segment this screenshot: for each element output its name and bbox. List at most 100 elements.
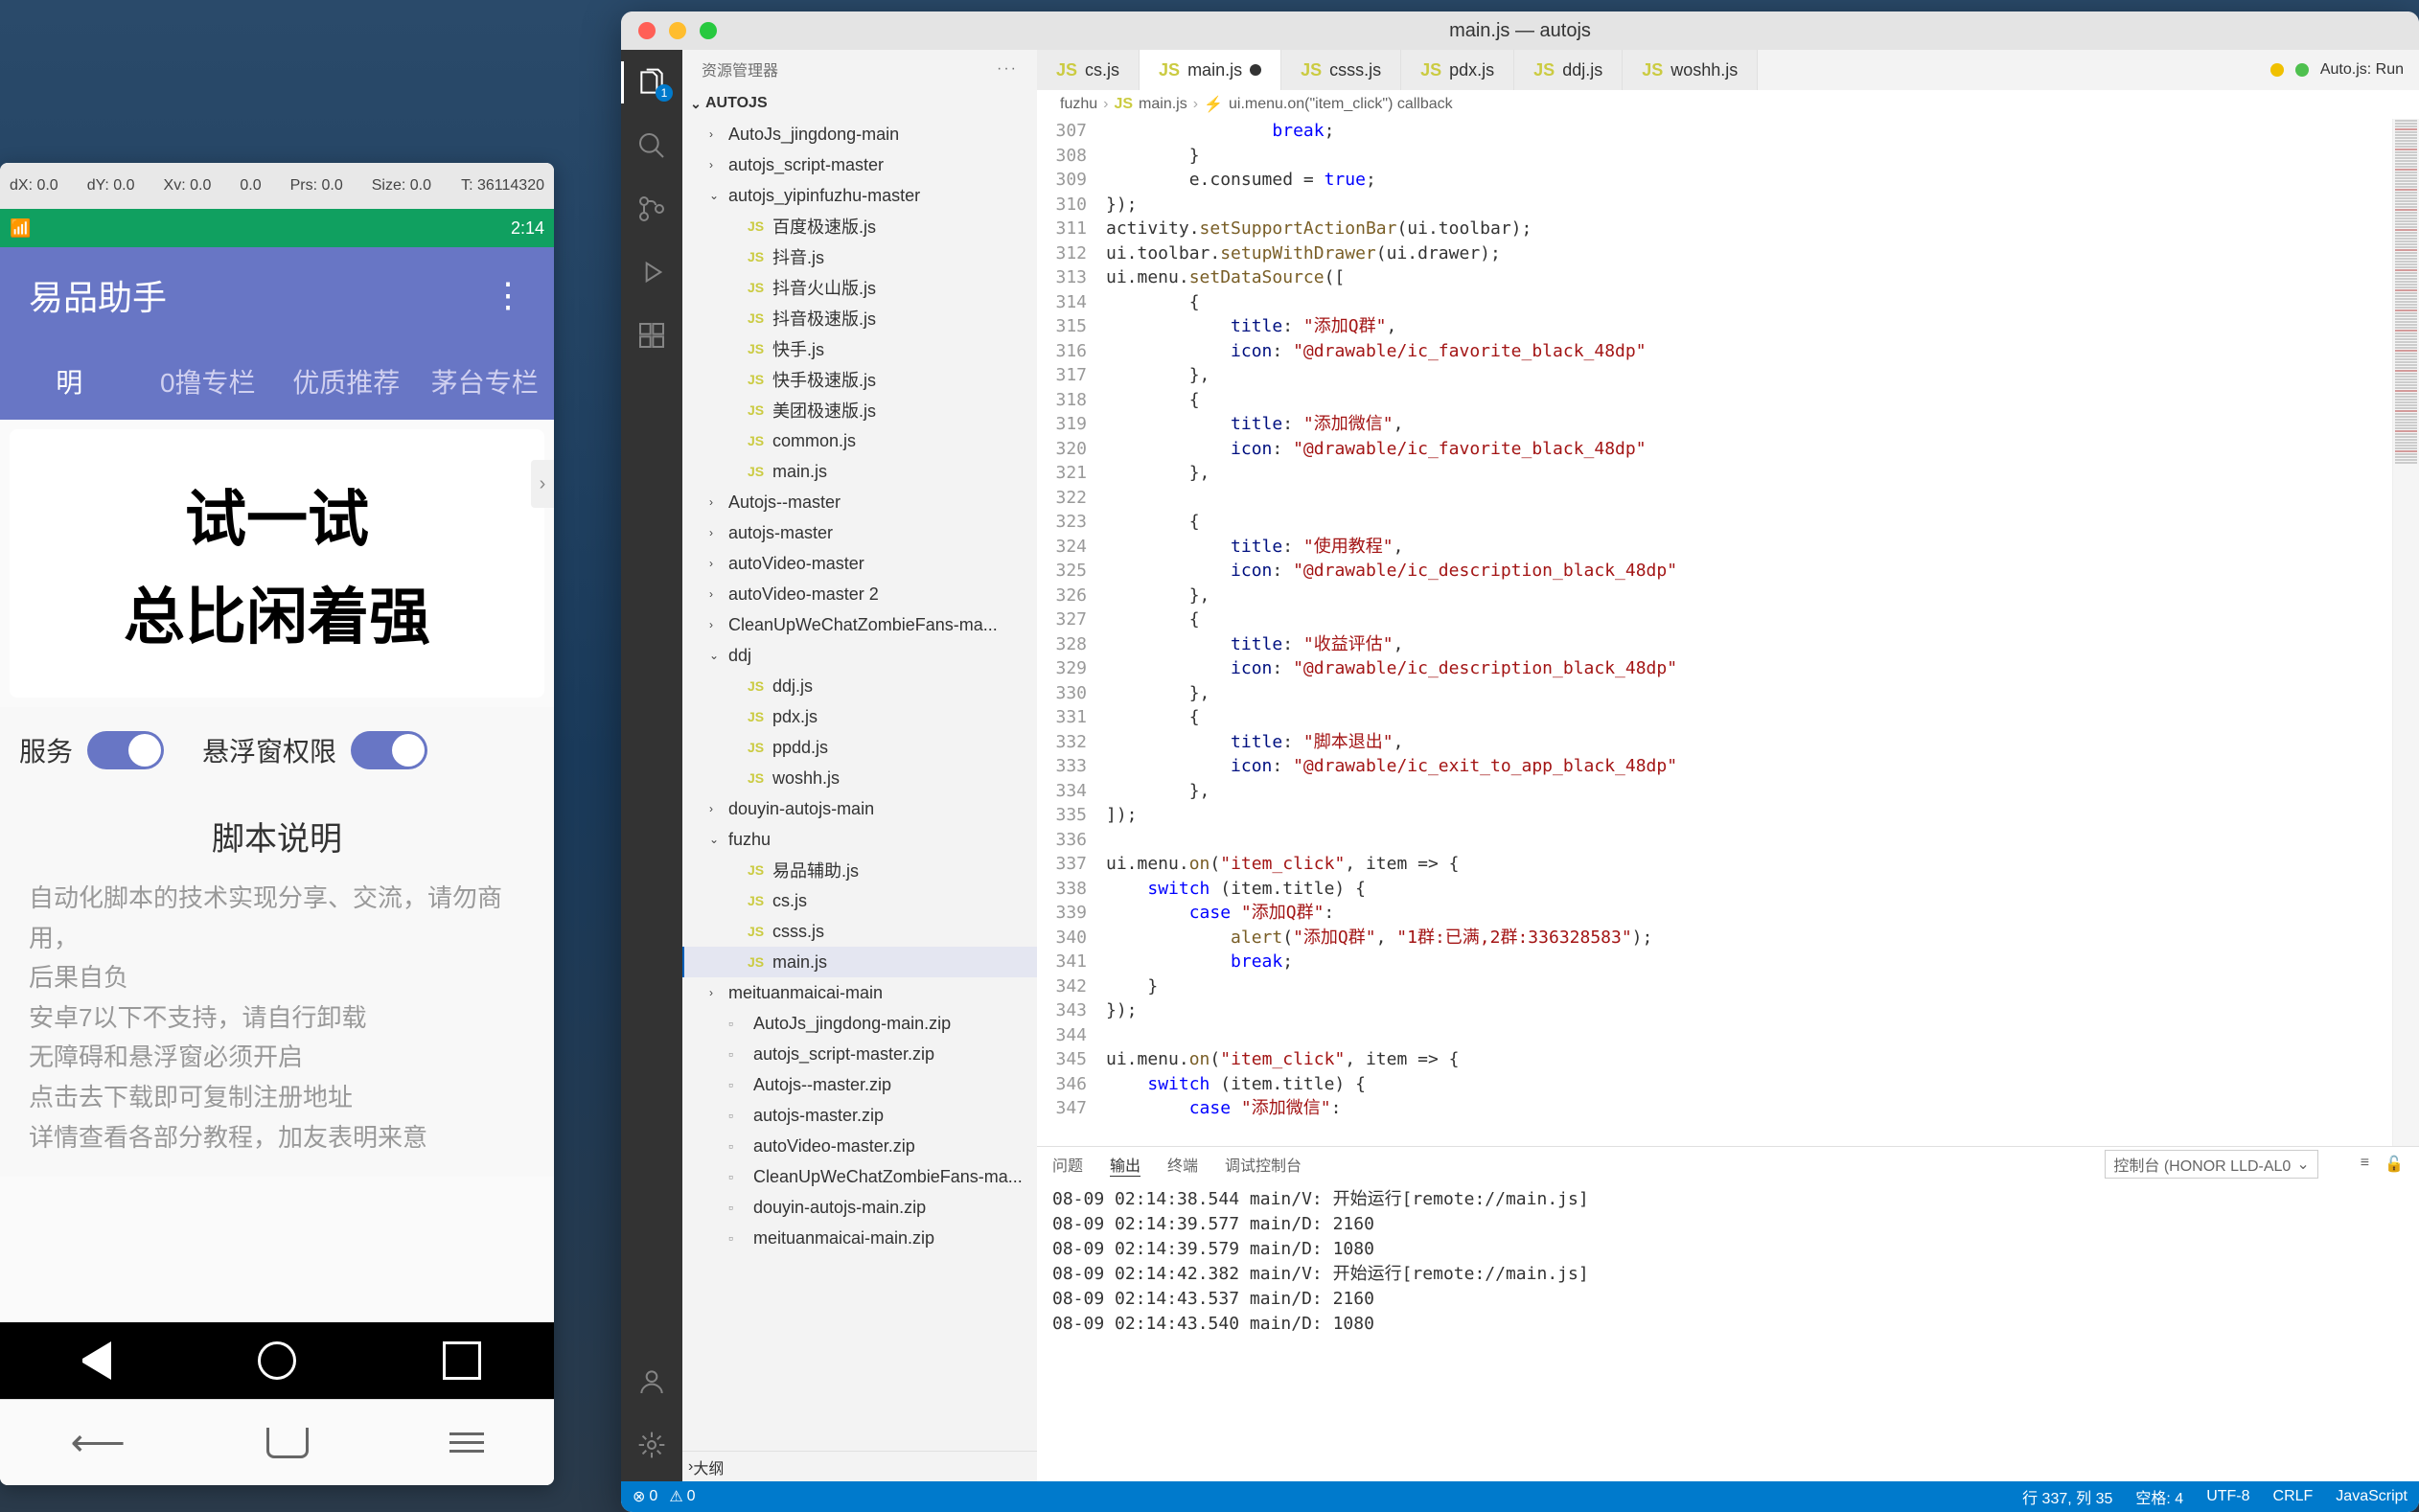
folder-item[interactable]: ›Autojs--master [682, 487, 1037, 517]
editor-tab[interactable]: JSmain.js [1140, 50, 1281, 90]
breadcrumb-item[interactable]: ui.menu.on("item_click") callback [1229, 96, 1453, 113]
folder-item[interactable]: ›autojs_script-master [682, 149, 1037, 180]
warnings-item[interactable]: ⚠ 0 [669, 1487, 695, 1506]
file-item[interactable]: JScsss.js [682, 916, 1037, 947]
file-item[interactable]: ▫meituanmaicai-main.zip [682, 1223, 1037, 1253]
debug-icon[interactable] [634, 255, 669, 289]
menu-icon[interactable]: ⋮ [491, 275, 525, 315]
file-item[interactable]: JScs.js [682, 885, 1037, 916]
file-item[interactable]: JSddj.js [682, 671, 1037, 701]
folder-item[interactable]: ›AutoJs_jingdong-main [682, 119, 1037, 149]
clear-icon[interactable]: ≡ [2361, 1155, 2369, 1174]
output-content[interactable]: 08-09 02:14:38.544 main/V: 开始运行[remote:/… [1037, 1181, 2419, 1481]
folder-item[interactable]: ›autojs-master [682, 517, 1037, 548]
eol[interactable]: CRLF [2273, 1488, 2314, 1505]
file-tree[interactable]: ›AutoJs_jingdong-main›autojs_script-mast… [682, 119, 1037, 1451]
file-item[interactable]: JS美团极速版.js [682, 395, 1037, 425]
editor-tab[interactable]: JSwoshh.js [1623, 50, 1758, 90]
outline-section[interactable]: › 大纲 [682, 1451, 1037, 1481]
breadcrumb[interactable]: fuzhu › JS main.js › ⚡ ui.menu.on("item_… [1037, 90, 2419, 119]
tab-item[interactable]: 0撸专栏 [139, 343, 278, 420]
file-item[interactable]: ▫CleanUpWeChatZombieFans-ma... [682, 1161, 1037, 1192]
breadcrumb-item[interactable]: fuzhu [1060, 96, 1097, 113]
file-item[interactable]: JSmain.js [682, 456, 1037, 487]
tab-item[interactable]: 明 [0, 343, 139, 420]
debug-yv: 0.0 [240, 177, 261, 195]
file-item[interactable]: JSwoshh.js [682, 763, 1037, 793]
explorer-icon[interactable]: 1 [634, 65, 669, 100]
encoding[interactable]: UTF-8 [2206, 1488, 2249, 1505]
desc-line: 自动化脚本的技术实现分享、交流，请勿商用， [29, 879, 525, 958]
file-item[interactable]: JS快手极速版.js [682, 364, 1037, 395]
folder-item[interactable]: ›meituanmaicai-main [682, 977, 1037, 1008]
folder-item[interactable]: ›CleanUpWeChatZombieFans-ma... [682, 609, 1037, 640]
panel-tab-terminal[interactable]: 终端 [1167, 1153, 1198, 1176]
recents-button[interactable] [443, 1341, 481, 1380]
file-item[interactable]: JS快手.js [682, 333, 1037, 364]
editor-tab[interactable]: JScs.js [1037, 50, 1140, 90]
sidebar-header: 资源管理器 ··· [682, 50, 1037, 88]
sidebar-actions-icon[interactable]: ··· [997, 60, 1018, 78]
panel-tab-output[interactable]: 输出 [1110, 1153, 1140, 1177]
editor-tab[interactable]: JScsss.js [1281, 50, 1401, 90]
settings-icon[interactable] [634, 1428, 669, 1462]
errors-item[interactable]: ⊗ 0 [633, 1487, 657, 1506]
extensions-icon[interactable] [634, 318, 669, 353]
file-item[interactable]: ▫Autojs--master.zip [682, 1069, 1037, 1100]
file-item[interactable]: ▫autojs-master.zip [682, 1100, 1037, 1131]
file-item[interactable]: JS抖音极速版.js [682, 303, 1037, 333]
file-item[interactable]: JS百度极速版.js [682, 211, 1037, 241]
cursor-position[interactable]: 行 337, 列 35 [2022, 1485, 2112, 1508]
editor-tab[interactable]: JSpdx.js [1401, 50, 1514, 90]
minimize-window-icon[interactable] [669, 22, 686, 39]
file-item[interactable]: JScommon.js [682, 425, 1037, 456]
lock-icon[interactable]: 🔓 [2384, 1155, 2404, 1174]
soft-menu-icon[interactable] [449, 1432, 484, 1453]
breadcrumb-item[interactable]: main.js [1139, 96, 1187, 113]
tab-item[interactable]: 优质推荐 [277, 343, 416, 420]
file-item[interactable]: ▫douyin-autojs-main.zip [682, 1192, 1037, 1223]
panel-tab-problems[interactable]: 问题 [1052, 1153, 1083, 1176]
file-item[interactable]: ▫autoVideo-master.zip [682, 1131, 1037, 1161]
search-icon[interactable] [634, 128, 669, 163]
code-content[interactable]: break; } e.consumed = true;});activity.s… [1106, 119, 2392, 1146]
maximize-window-icon[interactable] [700, 22, 717, 39]
output-selector[interactable]: 控制台 (HONOR LLD-AL0 ⌄ [2105, 1150, 2317, 1179]
source-control-icon[interactable] [634, 192, 669, 226]
account-icon[interactable] [634, 1364, 669, 1399]
overlay-toggle[interactable] [351, 731, 427, 769]
file-item[interactable]: JSppdd.js [682, 732, 1037, 763]
editor-tab[interactable]: JSddj.js [1514, 50, 1623, 90]
badge: 1 [656, 84, 673, 102]
file-item[interactable]: ▫AutoJs_jingdong-main.zip [682, 1008, 1037, 1039]
file-item[interactable]: JS易品辅助.js [682, 855, 1037, 885]
folder-item[interactable]: ⌄fuzhu [682, 824, 1037, 855]
close-window-icon[interactable] [638, 22, 656, 39]
file-item[interactable]: ▫autojs_script-master.zip [682, 1039, 1037, 1069]
home-button[interactable] [258, 1341, 296, 1380]
back-button[interactable] [73, 1341, 111, 1380]
panel-tab-debug[interactable]: 调试控制台 [1225, 1153, 1302, 1176]
scroll-hint[interactable]: › [531, 460, 554, 508]
file-name: 美团极速版.js [772, 398, 876, 423]
minimap[interactable] [2392, 119, 2419, 1146]
soft-back-icon[interactable]: ⟵ [70, 1421, 125, 1465]
file-item[interactable]: JS抖音火山版.js [682, 272, 1037, 303]
folder-item[interactable]: ›autoVideo-master 2 [682, 579, 1037, 609]
folder-item[interactable]: ›autoVideo-master [682, 548, 1037, 579]
folder-item[interactable]: ⌄autojs_yipinfuzhu-master [682, 180, 1037, 211]
file-item[interactable]: JSpdx.js [682, 701, 1037, 732]
file-item[interactable]: JSmain.js [682, 947, 1037, 977]
language-mode[interactable]: JavaScript [2336, 1488, 2407, 1505]
code-editor[interactable]: 3073083093103113123133143153163173183193… [1037, 119, 2419, 1146]
folder-item[interactable]: ⌄ddj [682, 640, 1037, 671]
tab-item[interactable]: 茅台专栏 [416, 343, 555, 420]
project-section[interactable]: ⌄ AUTOJS [682, 88, 1037, 119]
file-item[interactable]: JS抖音.js [682, 241, 1037, 272]
indentation[interactable]: 空格: 4 [2135, 1485, 2183, 1508]
run-label[interactable]: Auto.js: Run [2320, 61, 2404, 79]
titlebar[interactable]: main.js — autojs [621, 11, 2419, 50]
service-toggle[interactable] [87, 731, 164, 769]
soft-home-icon[interactable] [266, 1428, 309, 1458]
folder-item[interactable]: ›douyin-autojs-main [682, 793, 1037, 824]
